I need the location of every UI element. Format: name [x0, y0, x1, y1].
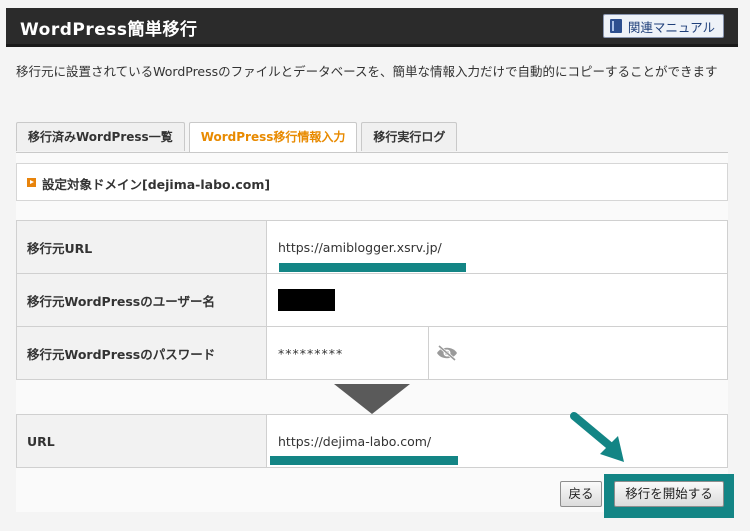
source-username-field[interactable] — [266, 273, 728, 327]
tab-divider — [16, 152, 728, 153]
related-manual-label: 関連マニュアル — [627, 19, 715, 35]
destination-url-label: URL — [16, 414, 267, 468]
redacted-username — [278, 289, 335, 311]
source-password-field[interactable]: ********* — [278, 346, 428, 361]
source-password-cell: ********* — [266, 326, 728, 380]
target-domain-label: 設定対象ドメイン[dejima-labo.com] — [42, 177, 271, 192]
table-row: 移行元WordPressのユーザー名 — [16, 273, 728, 327]
back-button[interactable]: 戻る — [560, 481, 602, 507]
related-manual-button[interactable]: 関連マニュアル — [602, 14, 724, 38]
start-migration-button[interactable]: 移行を開始する — [614, 481, 724, 507]
section-marker-icon — [27, 178, 36, 187]
target-domain-box: 設定対象ドメイン[dejima-labo.com] — [16, 163, 728, 201]
tab-migration-log[interactable]: 移行実行ログ — [361, 122, 458, 151]
arrow-pointer-icon — [570, 412, 624, 462]
eye-slash-icon[interactable] — [428, 327, 465, 379]
source-password-label: 移行元WordPressのパスワード — [16, 326, 267, 380]
page-description: 移行元に設置されているWordPressのファイルとデータベースを、簡単な情報入… — [16, 64, 718, 79]
tab-bar: 移行済みWordPress一覧 WordPress移行情報入力 移行実行ログ — [16, 122, 458, 153]
table-row: 移行元WordPressのパスワード ********* — [16, 326, 728, 380]
source-username-label: 移行元WordPressのユーザー名 — [16, 273, 267, 327]
destination-url-underline — [270, 456, 458, 465]
down-arrow-icon — [334, 384, 410, 414]
page-title: WordPress簡単移行 — [20, 20, 198, 40]
tab-migration-input[interactable]: WordPress移行情報入力 — [188, 122, 358, 153]
source-url-label: 移行元URL — [16, 220, 267, 274]
source-form-table: 移行元URL https://amiblogger.xsrv.jp/ 移行元Wo… — [16, 220, 728, 380]
book-icon — [609, 19, 622, 33]
tab-migrated-list[interactable]: 移行済みWordPress一覧 — [16, 122, 185, 151]
source-url-underline — [279, 263, 466, 272]
app-header: WordPress簡単移行 関連マニュアル — [6, 8, 738, 47]
